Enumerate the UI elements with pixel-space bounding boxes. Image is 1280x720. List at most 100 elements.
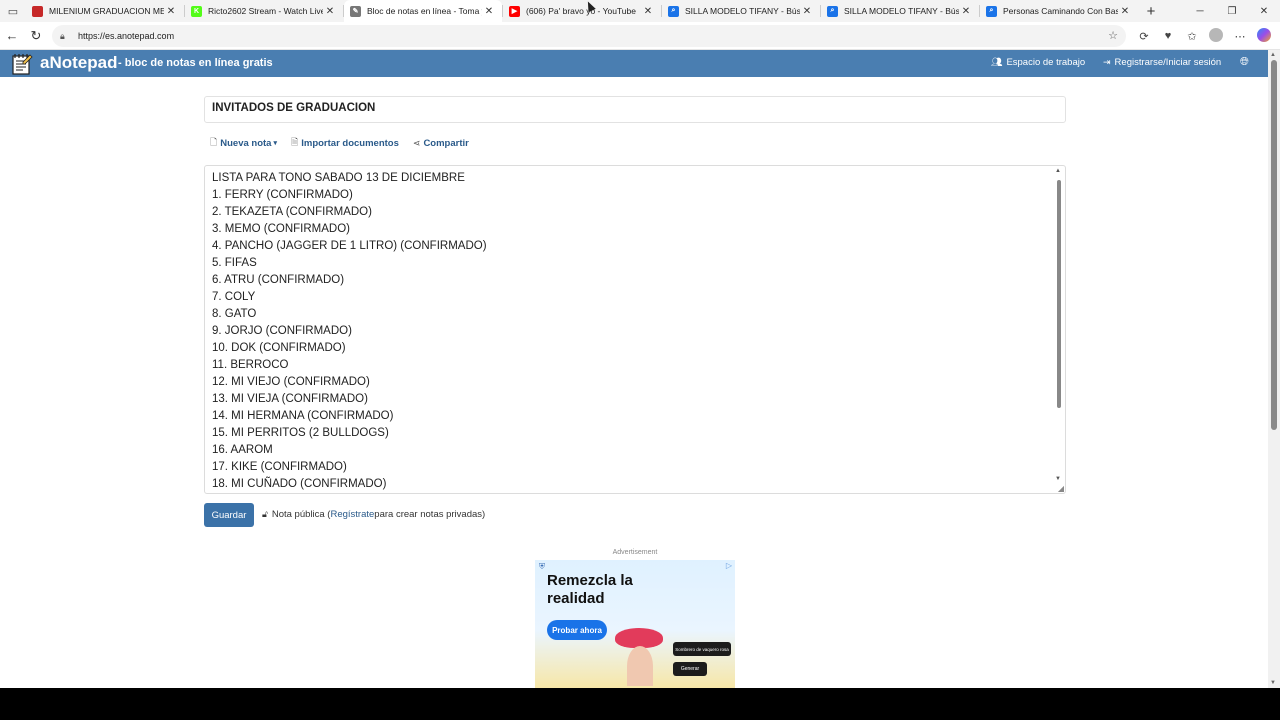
tab-close-icon[interactable]: ✕	[1118, 6, 1132, 17]
import-documents-link[interactable]: 🗎 Importar documentos	[291, 135, 399, 151]
document-icon: 🗎	[290, 137, 299, 147]
page-scroll-down-icon[interactable]: ▼	[1270, 680, 1276, 686]
browser-tab[interactable]: ⌕ Personas Caminando Con Bastor ✕	[980, 0, 1138, 22]
scroll-down-icon[interactable]: ▼	[1055, 476, 1061, 482]
share-label: Compartir	[423, 137, 469, 149]
tab-actions-icon[interactable]: ▭	[0, 0, 26, 22]
browser-essentials-icon[interactable]: ♥	[1156, 30, 1180, 42]
browser-tab[interactable]: ✎ Bloc de notas en línea - Toma y c ✕	[344, 0, 502, 22]
tab-close-icon[interactable]: ✕	[482, 6, 496, 17]
tab-favicon-icon: ⌕	[986, 5, 997, 17]
page-scroll-thumb[interactable]	[1271, 60, 1277, 430]
tab-close-icon[interactable]: ✕	[959, 6, 973, 17]
close-window-icon[interactable]: ✕	[1248, 6, 1280, 17]
browser-tab[interactable]: ▶ (606) Pa' bravo yo - YouTube ✕	[503, 0, 661, 22]
login-label: Registrarse/Iniciar sesión	[1114, 57, 1222, 68]
tab-favicon-icon: K	[191, 5, 202, 17]
favorite-star-icon[interactable]: ☆	[1108, 29, 1118, 42]
share-link[interactable]: ⋖ Compartir	[413, 138, 469, 149]
note-line: 17. KIKE (CONFIRMADO)	[212, 461, 347, 473]
url-field[interactable]: 🔒︎ https://es.anotepad.com ☆	[52, 25, 1126, 47]
tab-favicon-icon: ▶	[509, 5, 520, 17]
new-note-menu[interactable]: 🗋 Nueva nota ▾	[210, 135, 277, 151]
note-line: 7. COLY	[212, 291, 256, 303]
note-toolbar: 🗋 Nueva nota ▾ 🗎 Importar documentos ⋖ C…	[210, 136, 483, 150]
tab-title: (606) Pa' bravo yo - YouTube	[526, 6, 636, 16]
public-note-notice: 🔓︎ Nota pública (Regístrate para crear n…	[262, 509, 485, 520]
note-line: LISTA PARA TONO SABADO 13 DE DICIEMBRE	[212, 172, 465, 184]
url-text: https://es.anotepad.com	[78, 31, 175, 41]
minimize-icon[interactable]: ─	[1184, 6, 1216, 17]
tab-favicon-icon: ⌕	[668, 5, 679, 17]
page-content: aNotepad - bloc de notas en línea gratis…	[0, 50, 1268, 688]
tab-close-icon[interactable]: ✕	[641, 6, 655, 17]
note-line: 12. MI VIEJO (CONFIRMADO)	[212, 376, 370, 388]
people-icon: 👥︎	[991, 57, 1003, 67]
editor-scroll-thumb[interactable]	[1057, 180, 1061, 408]
copilot-icon[interactable]	[1252, 27, 1276, 45]
sign-in-icon: ⇥	[1103, 57, 1111, 67]
adchoices-icon[interactable]: ▷	[726, 561, 732, 570]
unlock-icon: 🔓︎	[262, 509, 268, 519]
browser-window: ▭ MILENIUM GRADUACION MEDIC✕KRicto2602 S…	[0, 0, 1280, 688]
tab-title: Bloc de notas en línea - Toma y c	[367, 6, 482, 16]
login-link[interactable]: ⇥ Registrarse/Iniciar sesión	[1103, 57, 1221, 68]
page-scrollbar[interactable]: ▲ ▼	[1268, 50, 1280, 688]
tab-title: MILENIUM GRADUACION MEDIC	[49, 6, 164, 16]
note-title-input[interactable]: INVITADOS DE GRADUACION	[204, 96, 1066, 123]
ad-cta-button[interactable]: Probar ahora	[547, 620, 607, 640]
restore-icon[interactable]: ❐	[1216, 6, 1248, 17]
browser-tab[interactable]: ⌕ SILLA MODELO TIFANY - Búsque✕	[821, 0, 979, 22]
tab-title: SILLA MODELO TIFANY - Búsque	[844, 6, 959, 16]
reload-icon[interactable]: ↻	[24, 28, 48, 44]
profile-avatar[interactable]	[1204, 27, 1228, 45]
public-suffix: para crear notas privadas)	[374, 509, 486, 520]
note-line: 13. MI VIEJA (CONFIRMADO)	[212, 393, 368, 405]
tab-title: Ricto2602 Stream - Watch Live o	[208, 6, 323, 16]
favorites-icon[interactable]: ✩	[1180, 30, 1204, 43]
note-line: 16. AAROM	[212, 444, 273, 456]
page-scroll-up-icon[interactable]: ▲	[1270, 52, 1276, 58]
workspace-link[interactable]: 👥︎ Espacio de trabajo	[991, 57, 1085, 68]
tab-favicon-icon	[32, 5, 43, 17]
workspace-label: Espacio de trabajo	[1006, 57, 1086, 68]
more-menu-icon[interactable]: ⋯	[1228, 30, 1252, 43]
ad-label: Advertisement	[612, 549, 658, 556]
tab-close-icon[interactable]: ✕	[323, 6, 337, 17]
browser-tab[interactable]: MILENIUM GRADUACION MEDIC✕	[26, 0, 184, 22]
note-line: 3. MEMO (CONFIRMADO)	[212, 223, 350, 235]
browser-tab[interactable]: K Ricto2602 Stream - Watch Live o ✕	[185, 0, 343, 22]
new-tab-button[interactable]: +	[1138, 3, 1164, 20]
note-content-textarea[interactable]: LISTA PARA TONO SABADO 13 DE DICIEMBRE 1.…	[204, 165, 1066, 494]
browser-tab[interactable]: ⌕ SILLA MODELO TIFANY - Búsque✕	[662, 0, 820, 22]
window-controls: ─ ❐ ✕	[1184, 0, 1280, 22]
back-icon[interactable]: ←	[0, 28, 24, 43]
new-note-label: Nueva nota	[220, 137, 272, 149]
globe-icon[interactable]: 🌐︎	[1240, 56, 1249, 69]
advertisement-banner[interactable]: ⛨ ▷ Remezcla la realidad Probar ahora So…	[535, 560, 735, 688]
register-link[interactable]: Regístrate	[330, 509, 374, 520]
tab-title: Personas Caminando Con Bastor	[1003, 6, 1118, 16]
extensions-icon[interactable]: ⟳	[1132, 30, 1156, 43]
tab-close-icon[interactable]: ✕	[164, 6, 178, 17]
ad-shield-icon: ⛨	[539, 562, 545, 571]
share-icon: ⋖	[412, 137, 421, 148]
brand-name[interactable]: aNotepad	[40, 53, 117, 73]
address-bar: ← ↻ 🔒︎ https://es.anotepad.com ☆ ⟳ ♥ ✩ ⋯	[0, 22, 1280, 50]
note-line: 1. FERRY (CONFIRMADO)	[212, 189, 353, 201]
note-line: 2. TEKAZETA (CONFIRMADO)	[212, 206, 372, 218]
import-label: Importar documentos	[301, 137, 399, 149]
resize-grip-icon[interactable]: ◢	[1058, 484, 1064, 493]
notepad-logo-icon[interactable]	[10, 52, 34, 76]
editor-scrollbar[interactable]: ▲ ▼	[1054, 168, 1064, 490]
note-line: 18. MI CUÑADO (CONFIRMADO)	[212, 478, 387, 490]
note-line: 14. MI HERMANA (CONFIRMADO)	[212, 410, 394, 422]
scroll-up-icon[interactable]: ▲	[1055, 168, 1061, 174]
save-button[interactable]: Guardar	[204, 503, 254, 527]
person-image	[627, 646, 653, 686]
tab-strip: ▭ MILENIUM GRADUACION MEDIC✕KRicto2602 S…	[0, 0, 1280, 22]
site-info-icon[interactable]: 🔒︎	[60, 31, 72, 42]
tab-close-icon[interactable]: ✕	[800, 6, 814, 17]
note-line: 4. PANCHO (JAGGER DE 1 LITRO) (CONFIRMAD…	[212, 240, 487, 252]
ad-generate-chip: Generar	[673, 662, 707, 676]
